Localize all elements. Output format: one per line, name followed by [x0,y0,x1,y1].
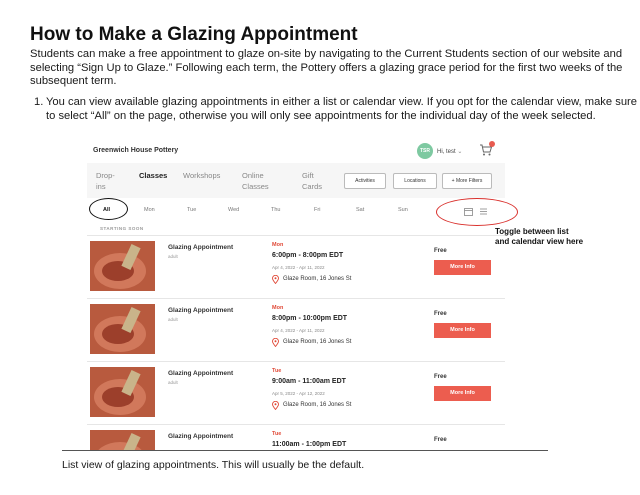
appointment-dates: Apr 4, 2022 - Apr 11, 2022 [272,265,325,270]
appointment-price: Free [434,311,447,317]
appointment-title[interactable]: Glazing Appointment [168,370,233,377]
intro-paragraph: Students can make a free appointment to … [30,48,623,87]
list-item[interactable]: Glazing Appointment adult Mon 8:00pm - 1… [87,298,505,361]
appointment-location: Glaze Room, 16 Jones St [283,276,352,282]
figure-caption: List view of glazing appointments. This … [62,459,365,471]
tab-classes[interactable]: Classes [139,170,167,181]
user-greeting[interactable]: Hi, test ⌄ [437,148,462,155]
appointment-time: 6:00pm - 8:00pm EDT [272,252,344,259]
glazing-photo [90,241,155,291]
appointment-dates: Apr 4, 2022 - Apr 11, 2022 [272,328,325,333]
day-sat[interactable]: Sat [356,207,364,213]
document-title: How to Make a Glazing Appointment [30,24,358,45]
divider [62,450,548,451]
view-toggle-annotation: Toggle between list and calendar view he… [495,227,584,246]
day-mon[interactable]: Mon [144,207,155,213]
appointment-time: 8:00pm - 10:00pm EDT [272,315,348,322]
list-item[interactable]: Glazing Appointment adult Tue 9:00am - 1… [87,361,505,424]
day-tue[interactable]: Tue [187,207,196,213]
appointment-audience: adult [168,380,178,385]
appointment-price: Free [434,248,447,254]
step-number: 1. [34,96,44,108]
site-header: Greenwich House Pottery TSR Hi, test ⌄ [87,137,505,163]
appointment-day: Tue [272,368,282,374]
location-pin-icon [272,275,279,284]
appointment-day: Mon [272,305,284,311]
tab-gift-cards[interactable]: Gift Cards [302,170,322,192]
location-pin-icon [272,401,279,410]
appointment-day: Mon [272,242,284,248]
tab-drop-ins[interactable]: Drop- ins [96,170,115,192]
section-label: STARTING SOON [100,226,144,231]
appointment-time: 9:00am - 11:00am EDT [272,378,346,385]
appointment-time: 11:00am - 1:00pm EDT [272,441,347,448]
site-brand[interactable]: Greenwich House Pottery [93,147,178,154]
list-item[interactable]: Glazing Appointment Tue 11:00am - 1:00pm… [87,424,505,450]
appointment-price: Free [434,437,447,443]
tab-online-classes[interactable]: Online Classes [242,170,269,192]
appointment-price: Free [434,374,447,380]
more-info-button[interactable]: More Info [434,260,491,275]
more-info-button[interactable]: More Info [434,386,491,401]
glazing-photo [90,430,155,450]
day-fri[interactable]: Fri [314,207,320,213]
category-nav: Drop- ins Classes Workshops Online Class… [87,163,505,198]
activities-button[interactable]: Activities [344,173,386,189]
appointment-location: Glaze Room, 16 Jones St [283,339,352,345]
glazing-photo [90,304,155,354]
avatar[interactable]: TSR [417,143,433,159]
appointment-day: Tue [272,431,282,437]
view-toggle-highlight [436,198,518,226]
step-1: 1. You can view available glazing appoin… [34,96,638,123]
appointment-title[interactable]: Glazing Appointment [168,433,233,440]
more-filters-button[interactable]: + More Filters [442,173,492,189]
embedded-screenshot: Greenwich House Pottery TSR Hi, test ⌄ D… [87,137,505,450]
step-text: You can view available glazing appointme… [46,96,637,122]
glazing-photo [90,367,155,417]
cart-badge [489,141,495,147]
day-thu[interactable]: Thu [271,207,280,213]
appointment-dates: Apr 5, 2022 - Apr 12, 2022 [272,391,325,396]
appointment-audience: adult [168,317,178,322]
location-pin-icon [272,338,279,347]
appointment-location: Glaze Room, 16 Jones St [283,402,352,408]
appointment-audience: adult [168,254,178,259]
greeting-text: Hi, test [437,149,456,155]
list-item[interactable]: Glazing Appointment adult Mon 6:00pm - 8… [87,235,505,298]
appointment-title[interactable]: Glazing Appointment [168,307,233,314]
chevron-down-icon: ⌄ [457,149,463,155]
locations-button[interactable]: Locations [393,173,437,189]
day-all[interactable]: All [103,207,110,213]
day-wed[interactable]: Wed [228,207,239,213]
more-info-button[interactable]: More Info [434,323,491,338]
day-sun[interactable]: Sun [398,207,408,213]
tab-workshops[interactable]: Workshops [183,170,220,181]
appointment-title[interactable]: Glazing Appointment [168,244,233,251]
